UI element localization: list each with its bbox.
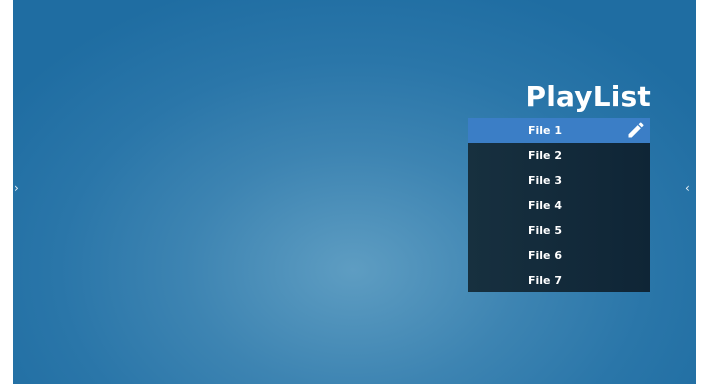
playlist-item-label: File 2: [528, 149, 562, 162]
playlist-title: PlayList: [525, 80, 651, 113]
screen: › ‹ PlayList File 1 File 2 File 3 File 4…: [13, 0, 696, 384]
playlist-item-file-4[interactable]: File 4: [468, 193, 650, 218]
playlist-item-label: File 5: [528, 224, 562, 237]
playlist-item-label: File 3: [528, 174, 562, 187]
pencil-icon[interactable]: [626, 120, 646, 140]
playlist-item-file-7[interactable]: File 7: [468, 268, 650, 293]
playlist-item-file-2[interactable]: File 2: [468, 143, 650, 168]
playlist-item-label: File 6: [528, 249, 562, 262]
playlist-item-label: File 7: [528, 274, 562, 287]
playlist-item-file-3[interactable]: File 3: [468, 168, 650, 193]
playlist-panel: File 1 File 2 File 3 File 4 File 5 File …: [468, 118, 650, 292]
right-nav-arrow[interactable]: ‹: [685, 181, 690, 195]
playlist-item-file-1[interactable]: File 1: [468, 118, 650, 143]
playlist-item-file-6[interactable]: File 6: [468, 243, 650, 268]
playlist-item-label: File 1: [528, 124, 562, 137]
playlist-item-label: File 4: [528, 199, 562, 212]
left-nav-arrow[interactable]: ›: [14, 181, 19, 195]
playlist-item-file-5[interactable]: File 5: [468, 218, 650, 243]
